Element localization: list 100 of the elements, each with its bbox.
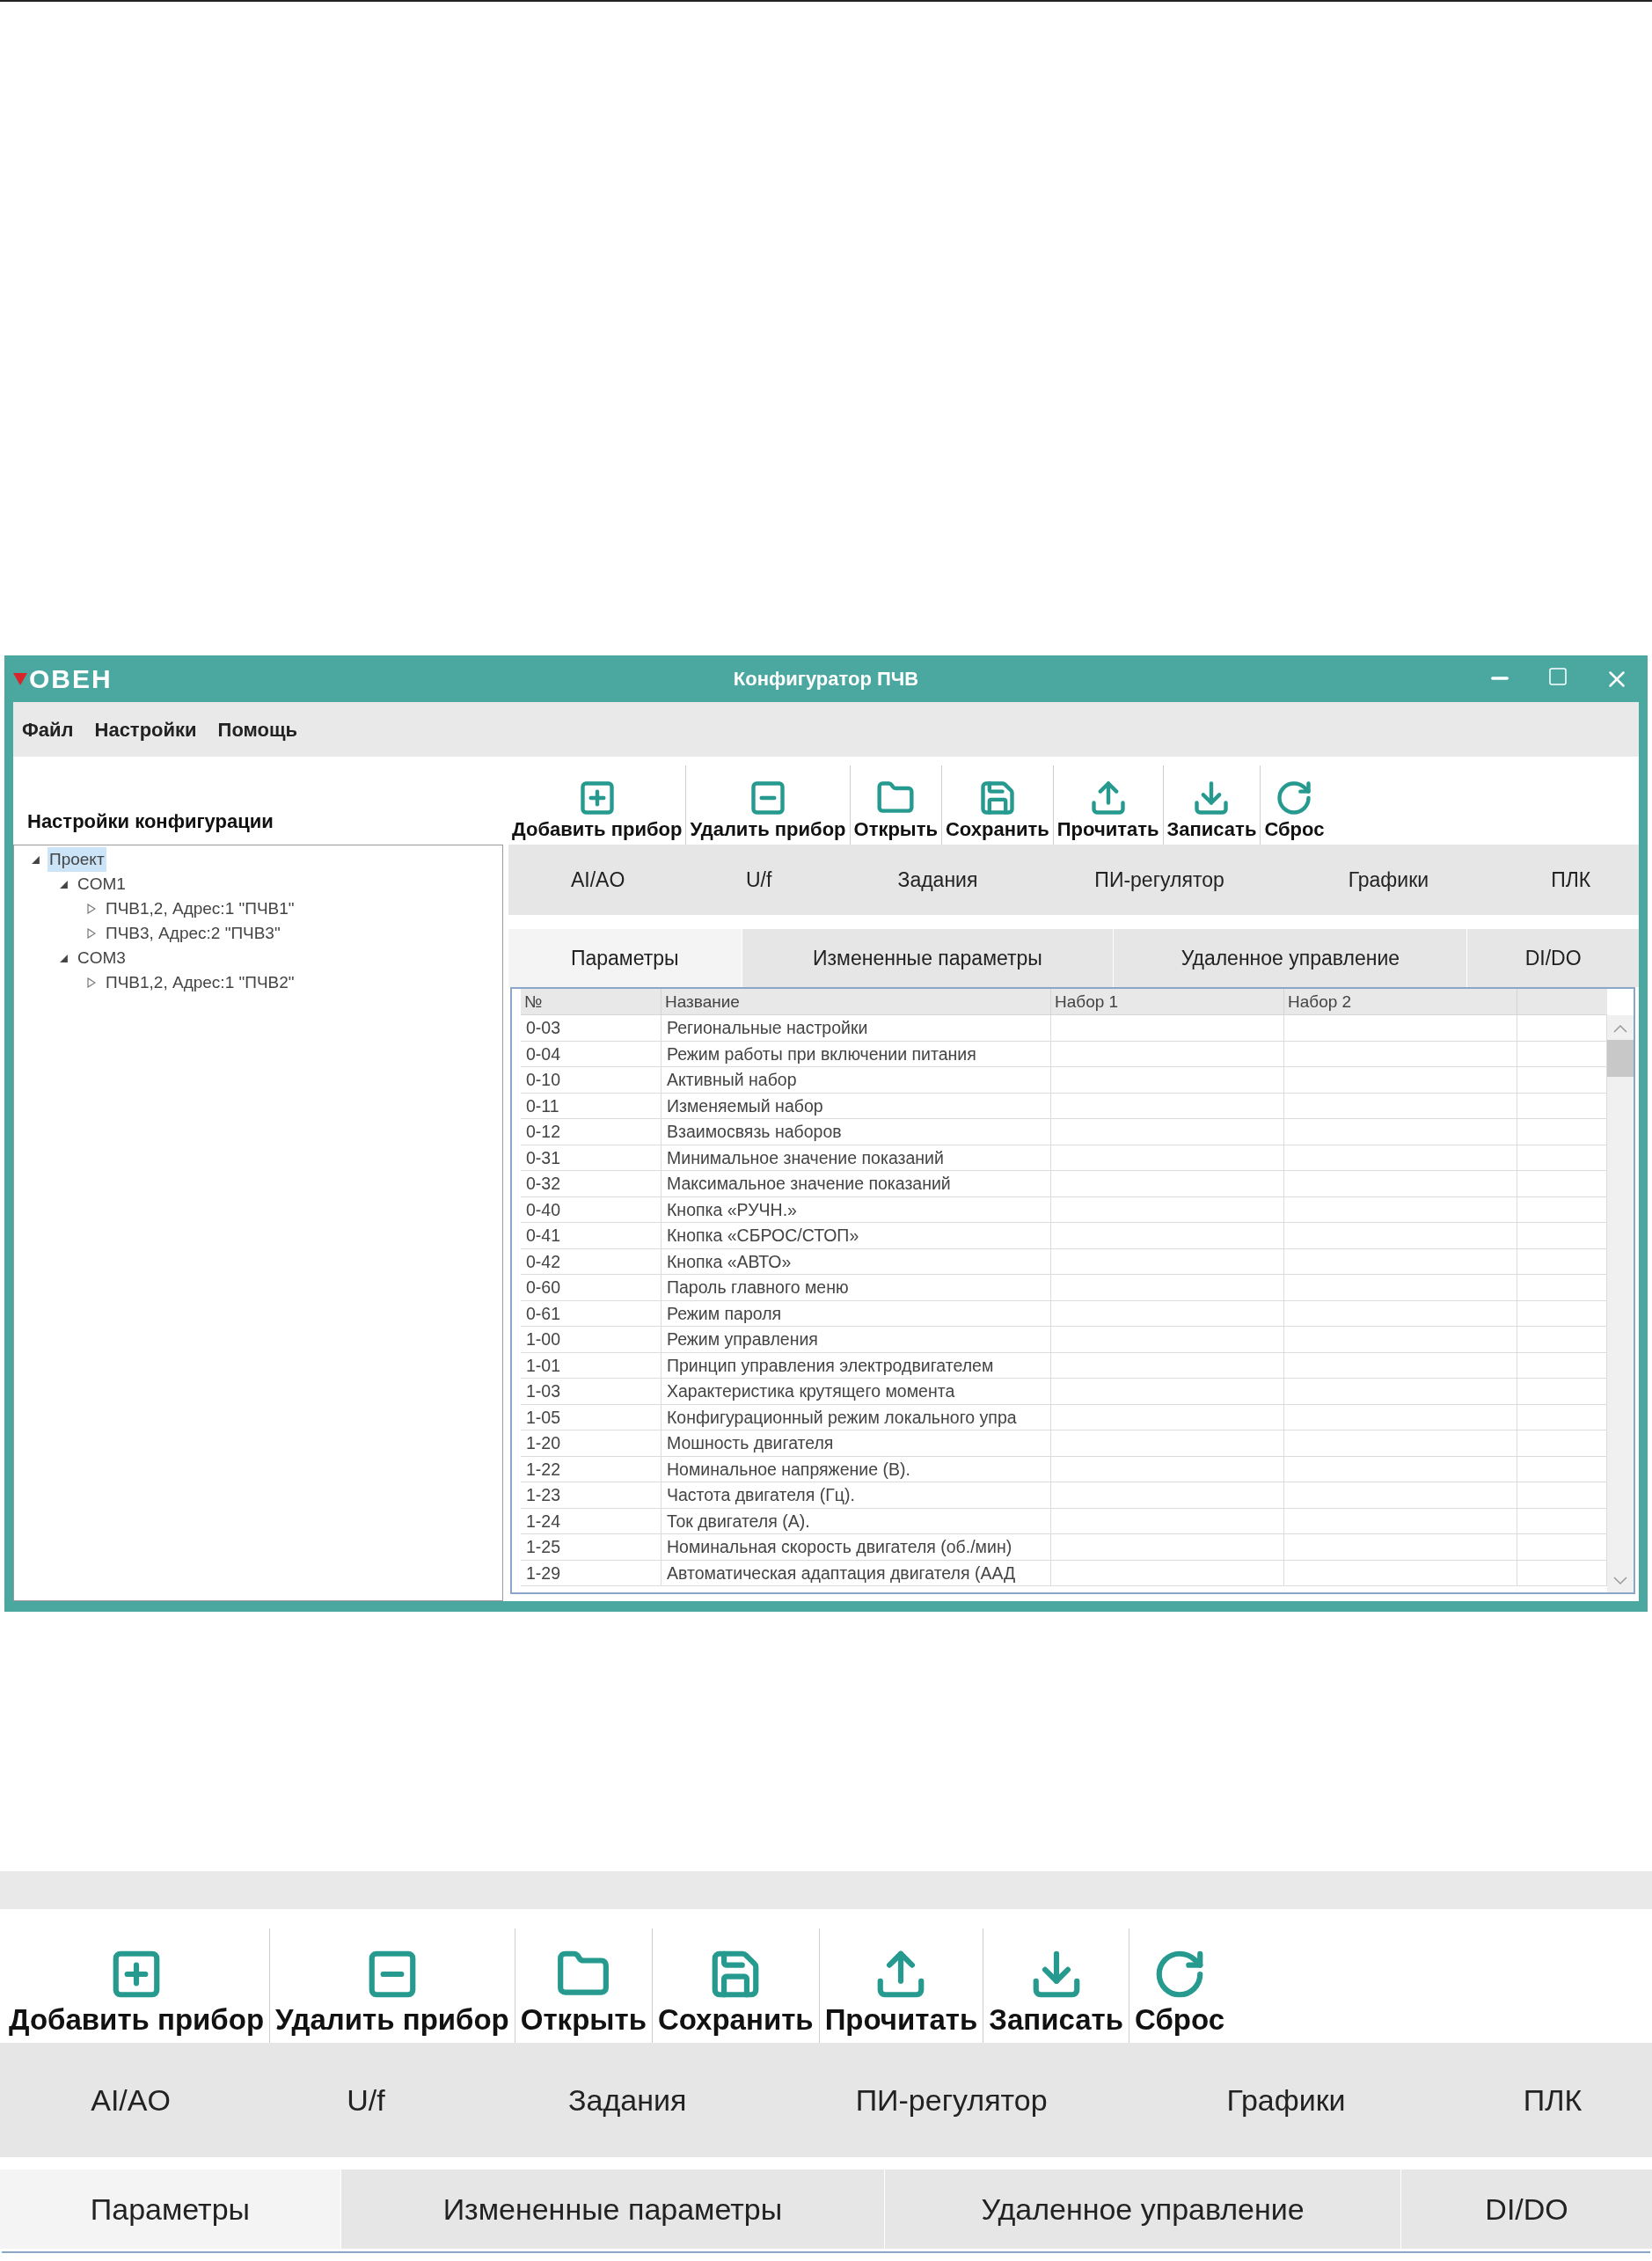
scroll-thumb[interactable] xyxy=(1607,1040,1634,1077)
column-header: Набор 1 xyxy=(1051,989,1284,1015)
scrollbar[interactable] xyxy=(1607,1015,1634,1592)
collapsed-triangle-icon[interactable] xyxy=(86,977,97,988)
scroll-down-icon[interactable] xyxy=(1613,1577,1627,1585)
table-cell: 0-32 xyxy=(521,1171,662,1196)
table-cell: Максимальное значение показаний xyxy=(662,1171,1051,1196)
logo: ОВЕН xyxy=(29,665,113,692)
section-tab[interactable]: ПИ-регулятор xyxy=(784,2043,1119,2157)
tree-item[interactable]: ПЧВ3, Адрес:2 "ПЧВ3" xyxy=(104,920,282,947)
section-tab[interactable]: Задания xyxy=(470,2043,785,2157)
table-cell: Взаимосвязь наборов xyxy=(662,1119,1051,1145)
table-cell: 1-03 xyxy=(521,1379,662,1404)
table-cell: 1-23 xyxy=(521,1482,662,1508)
table-cell: Активный набор xyxy=(662,1067,1051,1093)
table-cell: 0-61 xyxy=(521,1300,662,1327)
section-tab[interactable]: ПЛК xyxy=(1453,2043,1652,2157)
menu-item[interactable]: Помощь xyxy=(217,714,298,744)
tree-item[interactable]: Проект xyxy=(48,846,106,873)
table-cell: Изменяемый набор xyxy=(662,1093,1051,1119)
view-tab[interactable]: Измененные параметры xyxy=(340,2170,884,2249)
column-header: Набор 2 xyxy=(1284,989,1517,1015)
toolbar-button[interactable]: Сброс xyxy=(1261,772,1328,845)
section-tab[interactable]: AI/AO xyxy=(0,2043,262,2157)
menu-item[interactable]: Настройки xyxy=(94,714,197,744)
table-cell: Кнопка «СБРОС/СТОП» xyxy=(662,1223,1051,1248)
table-cell: 1-29 xyxy=(521,1560,662,1586)
column-header: № xyxy=(521,989,662,1015)
toolbar-button[interactable]: Сброс xyxy=(1129,1939,1231,2043)
table-cell: 0-60 xyxy=(521,1275,662,1300)
table-cell: 1-20 xyxy=(521,1431,662,1456)
table-cell: Ток двигателя (А). xyxy=(662,1508,1051,1534)
toolbar-button[interactable]: Добавить прибор xyxy=(508,772,686,845)
table-cell: 0-42 xyxy=(521,1248,662,1275)
tree-item[interactable]: COM1 xyxy=(76,871,128,897)
table-cell: Частота двигателя (Гц). xyxy=(662,1482,1051,1508)
toolbar-button[interactable]: Открыть xyxy=(850,772,941,845)
section-tab[interactable]: U/f xyxy=(261,2043,471,2157)
view-tab[interactable]: Параметры xyxy=(0,2170,340,2249)
section-tab[interactable]: Графики xyxy=(1118,2043,1454,2157)
table-cell: Кнопка «АВТО» xyxy=(662,1248,1051,1275)
table-cell: 1-22 xyxy=(521,1456,662,1482)
table-cell: 0-03 xyxy=(521,1015,662,1041)
view-tab[interactable]: Параметры xyxy=(508,929,742,987)
table-cell: Принцип управления электродвигателем xyxy=(662,1352,1051,1379)
logo-mark-icon xyxy=(13,672,27,685)
toolbar-button[interactable]: Сохранить xyxy=(941,772,1053,845)
collapsed-triangle-icon[interactable] xyxy=(86,928,97,939)
expanded-triangle-icon[interactable] xyxy=(58,879,69,889)
maximize-icon[interactable] xyxy=(1547,665,1568,687)
view-tab[interactable]: Удаленное управление xyxy=(884,2170,1401,2249)
table-cell: Конфигурационный режим локального упра xyxy=(662,1404,1051,1431)
toolbar-button[interactable]: Прочитать xyxy=(819,1939,983,2043)
toolbar-button[interactable]: Записать xyxy=(1163,772,1261,845)
column-header: Название xyxy=(662,989,1051,1015)
table-cell: 0-11 xyxy=(521,1093,662,1119)
scroll-up-icon[interactable] xyxy=(1613,1024,1627,1033)
tree-item[interactable]: ПЧВ1,2, Адрес:1 "ПЧВ1" xyxy=(104,896,296,922)
section-tab[interactable]: Задания xyxy=(830,845,1045,915)
table-cell: 0-41 xyxy=(521,1223,662,1248)
toolbar-button[interactable]: Открыть xyxy=(515,1939,652,2043)
section-tab[interactable]: U/f xyxy=(687,845,830,915)
toolbar-button[interactable]: Удалить прибор xyxy=(270,1939,515,2043)
table-cell: 1-00 xyxy=(521,1327,662,1352)
view-tab[interactable]: DI/DO xyxy=(1467,929,1639,987)
table-cell: Минимальное значение показаний xyxy=(662,1145,1051,1171)
section-tab[interactable]: ПИ-регулятор xyxy=(1044,845,1275,915)
menu-item[interactable]: Файл xyxy=(22,714,74,744)
table-cell: 1-01 xyxy=(521,1352,662,1379)
table-cell: 0-10 xyxy=(521,1067,662,1093)
table-cell: Региональные настройки xyxy=(662,1015,1051,1041)
toolbar-button[interactable]: Записать xyxy=(983,1939,1129,2043)
toolbar-button[interactable]: Удалить прибор xyxy=(686,772,850,845)
collapsed-triangle-icon[interactable] xyxy=(86,904,97,914)
table-cell: Кнопка «РУЧН.» xyxy=(662,1196,1051,1223)
panel-title: Настройки конфигурации xyxy=(27,809,274,834)
table-cell: 0-04 xyxy=(521,1041,662,1067)
expanded-triangle-icon[interactable] xyxy=(30,854,40,865)
toolbar-button[interactable]: Сохранить xyxy=(652,1939,819,2043)
table-cell: Пароль главного меню xyxy=(662,1275,1051,1300)
table-cell: Номинальная скорость двигателя (об./мин) xyxy=(662,1534,1051,1560)
tree-item[interactable]: COM3 xyxy=(76,945,128,971)
toolbar-button[interactable]: Прочитать xyxy=(1053,772,1163,845)
expanded-triangle-icon[interactable] xyxy=(58,953,69,963)
table-cell: 0-31 xyxy=(521,1145,662,1171)
table-cell: Мошность двигателя xyxy=(662,1431,1051,1456)
table-cell: Автоматическая адаптация двигателя (ААД xyxy=(662,1560,1051,1586)
tree-item[interactable]: ПЧВ1,2, Адрес:1 "ПЧВ2" xyxy=(104,970,296,996)
view-tab[interactable]: Измененные параметры xyxy=(742,929,1114,987)
view-tab[interactable]: DI/DO xyxy=(1401,2170,1652,2249)
section-tab[interactable]: AI/AO xyxy=(508,845,688,915)
view-tab[interactable]: Удаленное управление xyxy=(1114,929,1467,987)
section-tab[interactable]: ПЛК xyxy=(1502,845,1639,915)
table-cell: 0-12 xyxy=(521,1119,662,1145)
table-cell: 1-05 xyxy=(521,1404,662,1431)
section-tab[interactable]: Графики xyxy=(1274,845,1503,915)
table-cell: Режим управления xyxy=(662,1327,1051,1352)
table-cell: 1-25 xyxy=(521,1534,662,1560)
toolbar-button[interactable]: Добавить прибор xyxy=(4,1939,270,2043)
table-cell: 1-24 xyxy=(521,1508,662,1534)
